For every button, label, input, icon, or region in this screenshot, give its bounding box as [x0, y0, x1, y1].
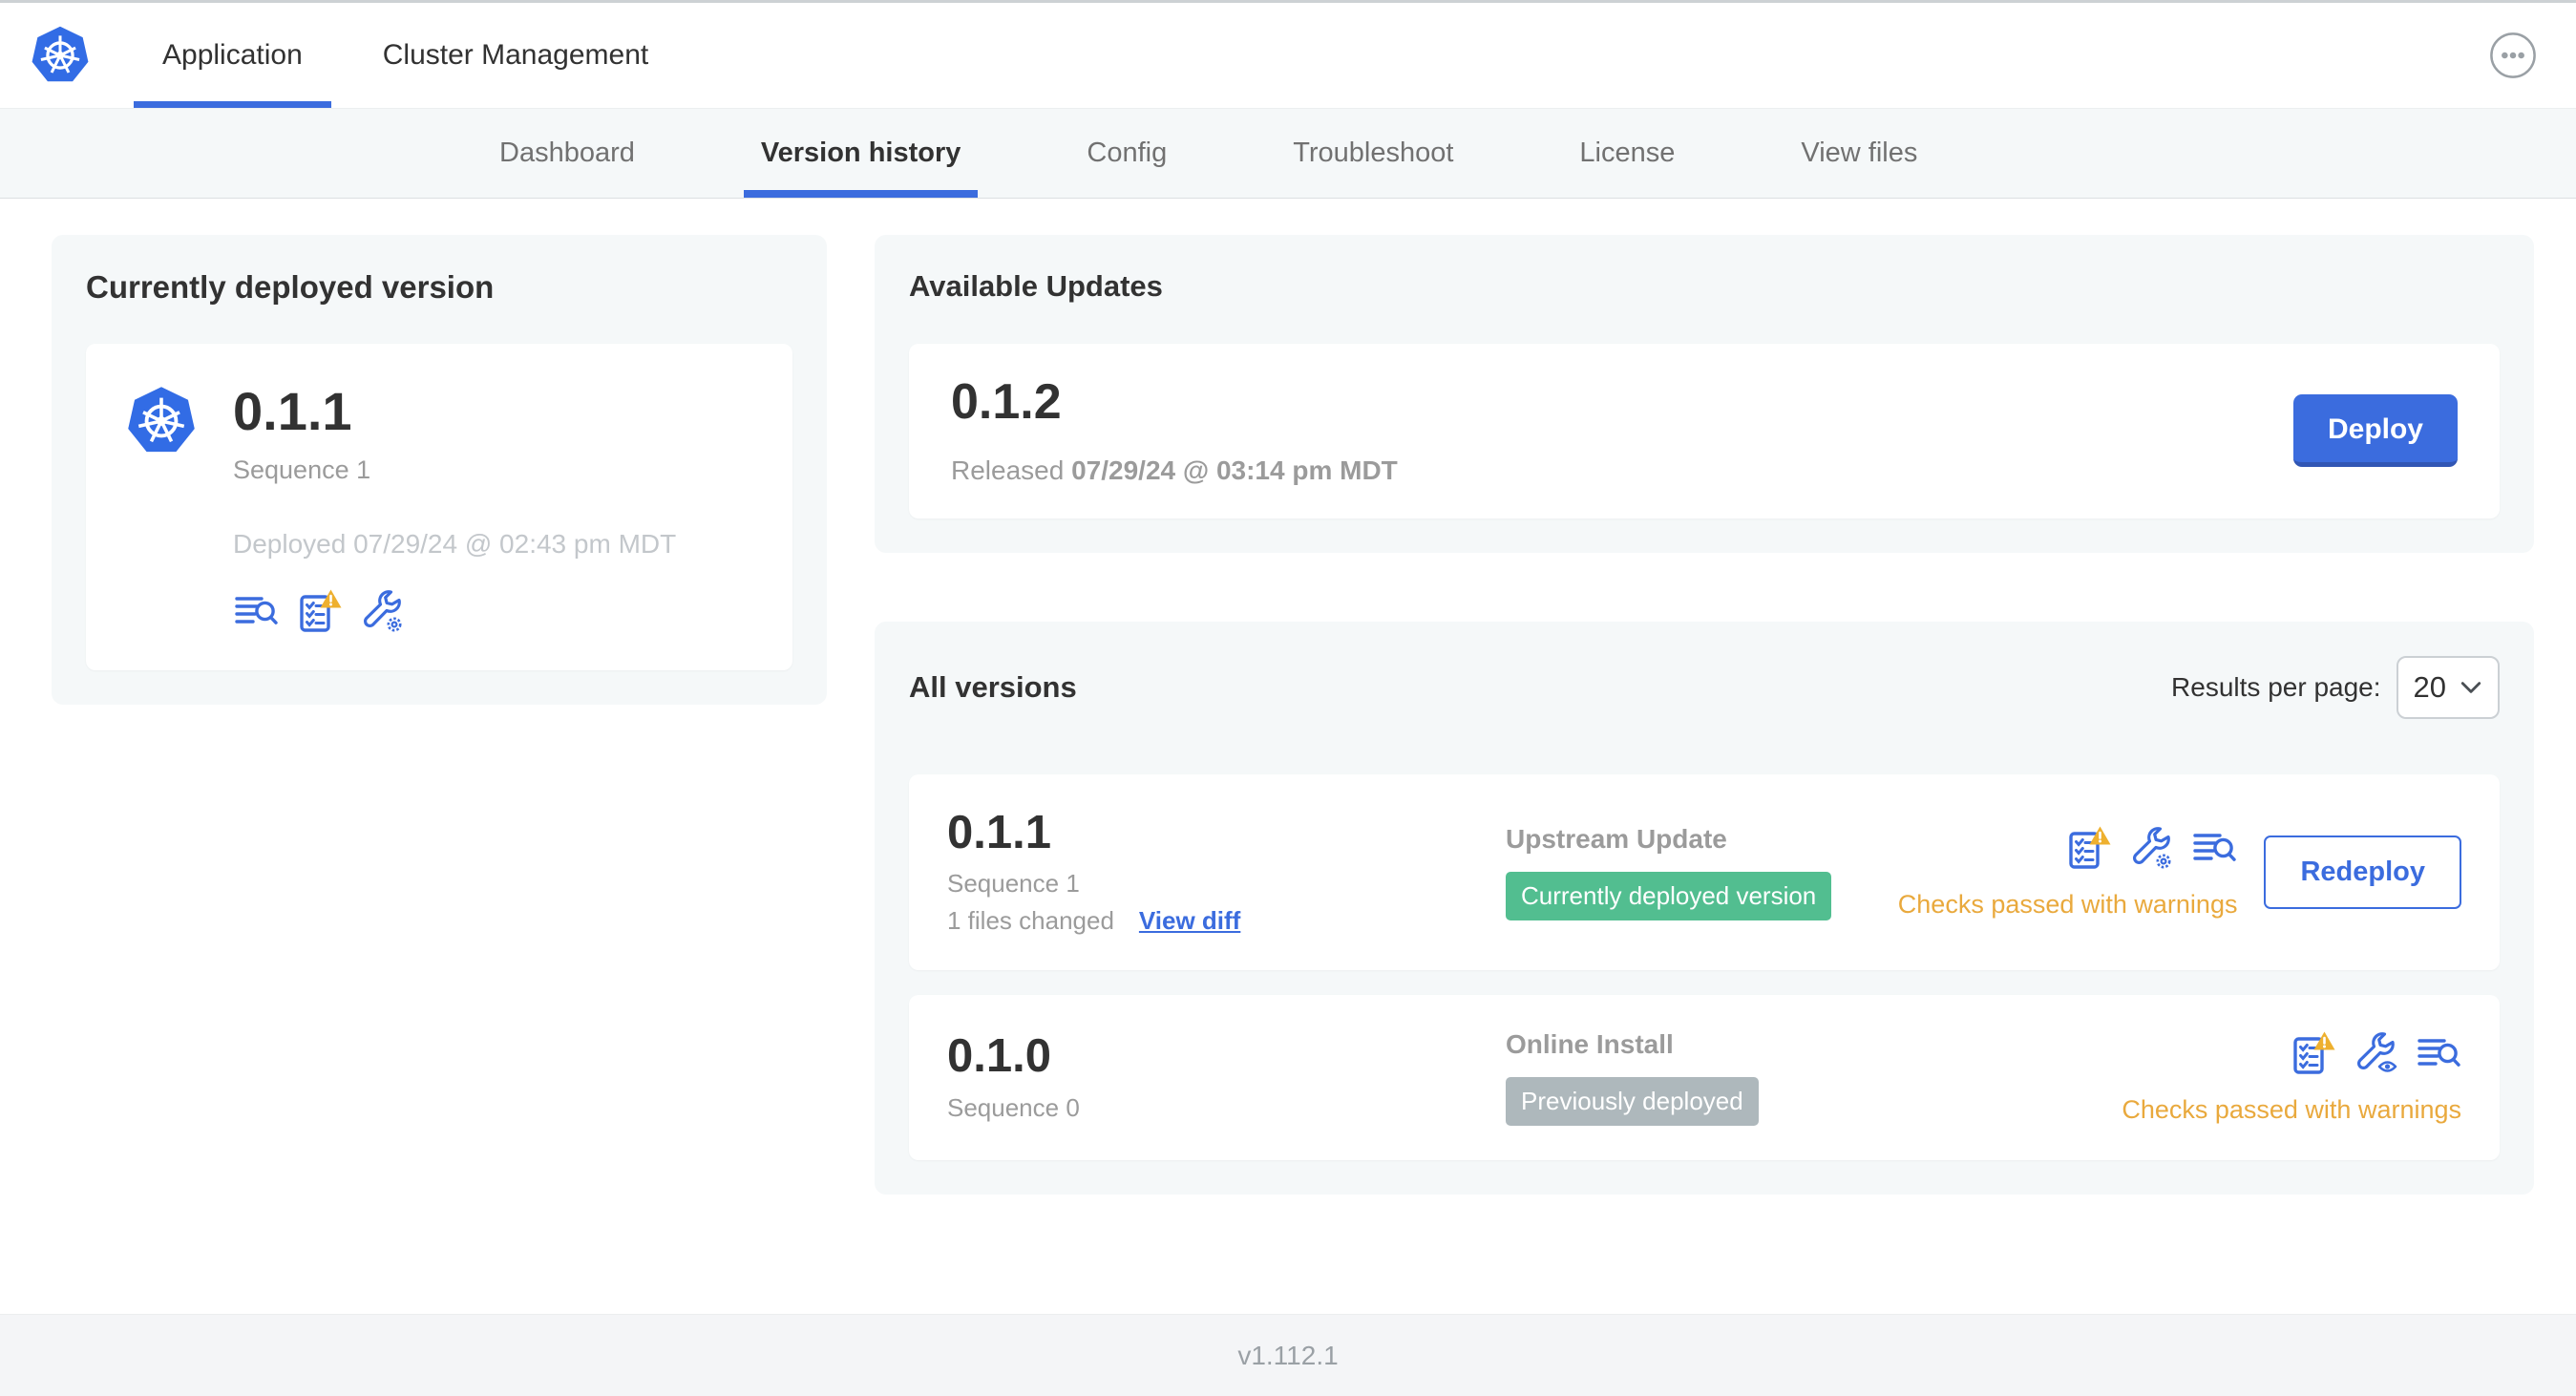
version-row-middle: Upstream Update Currently deployed versi… — [1506, 824, 1898, 920]
preflight-checks-warning-icon[interactable] — [2065, 825, 2111, 871]
kubernetes-logo — [0, 3, 134, 108]
deploy-button[interactable]: Deploy — [2292, 394, 2458, 468]
row-checks-status: Checks passed with warnings — [2122, 1095, 2461, 1125]
all-versions-header: All versions Results per page: 20 — [909, 655, 2500, 719]
config-gear-icon[interactable] — [2128, 825, 2174, 871]
right-column: Available Updates 0.1.2 Released 07/29/2… — [875, 235, 2534, 1195]
row-source-label: Online Install — [1506, 1029, 1674, 1060]
config-view-icon[interactable] — [2353, 1030, 2398, 1076]
config-gear-icon[interactable] — [359, 588, 405, 634]
currently-deployed-title: Currently deployed version — [86, 269, 495, 305]
ellipsis-icon — [2489, 32, 2537, 79]
row-version-number: 0.1.0 — [947, 1030, 1051, 1083]
version-rows: 0.1.1 Sequence 1 1 files changed View di… — [909, 773, 2500, 1161]
console-version: v1.112.1 — [1237, 1340, 1339, 1370]
tab-application-label: Application — [162, 39, 303, 71]
currently-deployed-card: Currently deployed version 0.1.1 Sequenc… — [52, 235, 827, 705]
current-version-number: 0.1.1 — [233, 381, 352, 441]
subtab-view-files[interactable]: View files — [1784, 109, 1934, 198]
all-versions-title: All versions — [909, 669, 1077, 704]
available-updates-card: Available Updates 0.1.2 Released 07/29/2… — [875, 235, 2534, 553]
subtab-troubleshoot[interactable]: Troubleshoot — [1276, 109, 1470, 198]
subtab-license-label: License — [1579, 137, 1676, 168]
currently-deployed-version-card: 0.1.1 Sequence 1 Deployed 07/29/24 @ 02:… — [86, 344, 792, 670]
row-sequence: Sequence 0 — [947, 1092, 1080, 1122]
deployed-status-badge: Previously deployed — [1506, 1077, 1759, 1127]
current-version-actions — [233, 588, 676, 634]
tab-application[interactable]: Application — [134, 3, 331, 108]
app-footer: v1.112.1 — [0, 1314, 2576, 1396]
chevron-down-icon — [2460, 680, 2482, 695]
version-row-0-1-0: 0.1.0 Sequence 0 Online Install Previous… — [909, 995, 2500, 1161]
row-actions — [2065, 825, 2237, 871]
logs-icon[interactable] — [2416, 1030, 2461, 1076]
redeploy-button[interactable]: Redeploy — [2264, 835, 2461, 909]
current-version-info: 0.1.1 Sequence 1 Deployed 07/29/24 @ 02:… — [233, 381, 677, 634]
top-nav: Application Cluster Management — [134, 3, 677, 108]
deployed-status-badge: Currently deployed version — [1506, 871, 1832, 920]
preflight-checks-warning-icon[interactable] — [2290, 1030, 2335, 1076]
row-source-label: Upstream Update — [1506, 823, 1727, 854]
available-update-row: 0.1.2 Released 07/29/24 @ 03:14 pm MDT D… — [909, 344, 2500, 518]
results-per-page-value: 20 — [2413, 669, 2446, 704]
update-version-number: 0.1.2 — [951, 374, 1062, 430]
results-per-page: Results per page: 20 — [2171, 655, 2500, 719]
logs-icon[interactable] — [233, 588, 279, 634]
current-version-deployed-timestamp: Deployed 07/29/24 @ 02:43 pm MDT — [233, 528, 677, 559]
header-spacer — [677, 3, 2488, 108]
row-checks-status: Checks passed with warnings — [1897, 889, 2238, 919]
row-files-line: 1 files changed View diff — [947, 906, 1506, 936]
overflow-menu-button[interactable] — [2488, 31, 2538, 80]
files-changed-label: 1 files changed — [947, 906, 1114, 936]
released-prefix: Released — [951, 455, 1065, 485]
version-row-left: 0.1.1 Sequence 1 1 files changed View di… — [947, 806, 1506, 936]
subtab-license[interactable]: License — [1562, 109, 1692, 198]
all-versions-card: All versions Results per page: 20 0.1.1 … — [875, 621, 2534, 1195]
page: Application Cluster Management Dashboard… — [0, 0, 2576, 1396]
version-row-right: Checks passed with warnings — [2122, 1030, 2461, 1125]
logs-icon[interactable] — [2191, 825, 2237, 871]
subtab-version-history[interactable]: Version history — [743, 109, 979, 198]
subtab-version-history-label: Version history — [760, 137, 961, 168]
app-header: Application Cluster Management — [0, 0, 2576, 109]
tab-cluster-management-label: Cluster Management — [382, 39, 649, 71]
row-status-block: Checks passed with warnings — [1897, 825, 2238, 920]
version-row-left: 0.1.0 Sequence 0 — [947, 1030, 1506, 1122]
available-update-info: 0.1.2 Released 07/29/24 @ 03:14 pm MDT — [951, 376, 1398, 486]
subtab-dashboard[interactable]: Dashboard — [482, 109, 652, 198]
results-per-page-label: Results per page: — [2171, 671, 2381, 702]
version-row-0-1-1: 0.1.1 Sequence 1 1 files changed View di… — [909, 773, 2500, 971]
current-version-sequence: Sequence 1 — [233, 455, 371, 484]
subtab-config[interactable]: Config — [1069, 109, 1184, 198]
available-updates-title: Available Updates — [909, 269, 1163, 303]
tab-cluster-management[interactable]: Cluster Management — [354, 3, 677, 108]
subtab-troubleshoot-label: Troubleshoot — [1293, 137, 1454, 168]
row-status-block: Checks passed with warnings — [2122, 1030, 2461, 1125]
preflight-checks-warning-icon[interactable] — [296, 588, 342, 634]
main-content: Currently deployed version 0.1.1 Sequenc… — [0, 199, 2576, 1314]
version-row-right: Checks passed with warnings Redeploy — [1898, 825, 2461, 920]
row-actions — [2290, 1030, 2461, 1076]
version-row-middle: Online Install Previously deployed — [1506, 1029, 2122, 1127]
released-date: 07/29/24 @ 03:14 pm MDT — [1071, 455, 1398, 485]
row-sequence: Sequence 1 — [947, 869, 1080, 899]
results-per-page-select[interactable]: 20 — [2396, 655, 2500, 719]
subtab-config-label: Config — [1087, 137, 1168, 168]
kubernetes-logo — [124, 384, 199, 458]
row-version-number: 0.1.1 — [947, 806, 1051, 858]
subtab-dashboard-label: Dashboard — [499, 137, 635, 168]
view-diff-link[interactable]: View diff — [1139, 906, 1240, 936]
subtab-view-files-label: View files — [1801, 137, 1918, 168]
update-released-timestamp: Released 07/29/24 @ 03:14 pm MDT — [951, 455, 1398, 486]
app-subnav: Dashboard Version history Config Trouble… — [0, 109, 2576, 199]
left-column: Currently deployed version 0.1.1 Sequenc… — [52, 235, 827, 705]
